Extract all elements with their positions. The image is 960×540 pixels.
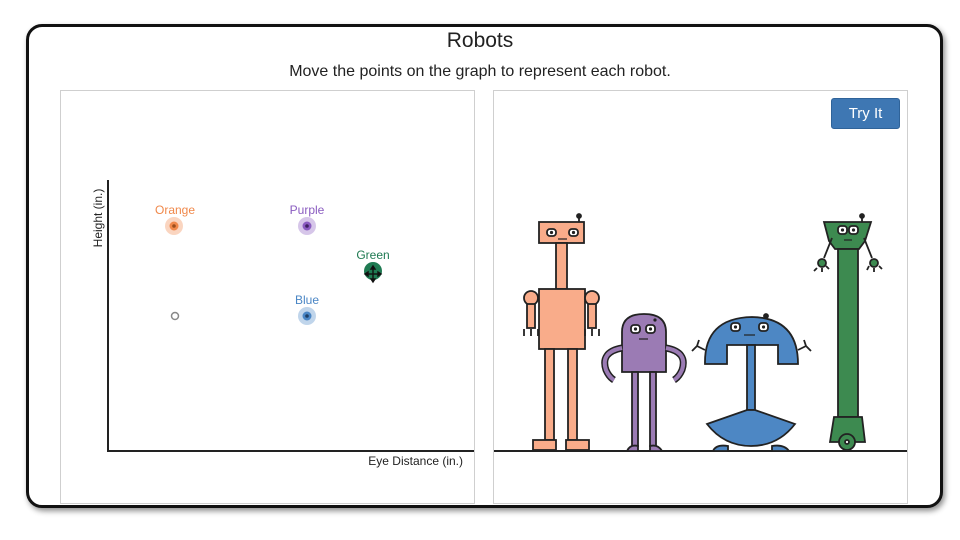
try-it-button[interactable]: Try It bbox=[831, 98, 900, 129]
blue-robot bbox=[691, 313, 812, 452]
point-label-blue: Blue bbox=[295, 293, 319, 307]
point-label-green: Green bbox=[356, 248, 389, 262]
graph-axes bbox=[107, 180, 474, 452]
point-purple[interactable] bbox=[298, 217, 316, 235]
empty-point-target[interactable] bbox=[170, 311, 180, 321]
scene-layer: Height (in.) Eye Distance (in.) Orange P… bbox=[91, 180, 907, 468]
point-label-purple: Purple bbox=[290, 203, 325, 217]
x-axis-label: Eye Distance (in.) bbox=[368, 454, 463, 468]
orange-robot bbox=[523, 213, 600, 451]
y-axis-label: Height (in.) bbox=[91, 189, 105, 248]
point-orange[interactable] bbox=[165, 217, 183, 235]
point-label-orange: Orange bbox=[155, 203, 195, 217]
green-robot bbox=[813, 213, 883, 451]
purple-robot bbox=[601, 313, 687, 452]
point-blue[interactable] bbox=[298, 307, 316, 325]
